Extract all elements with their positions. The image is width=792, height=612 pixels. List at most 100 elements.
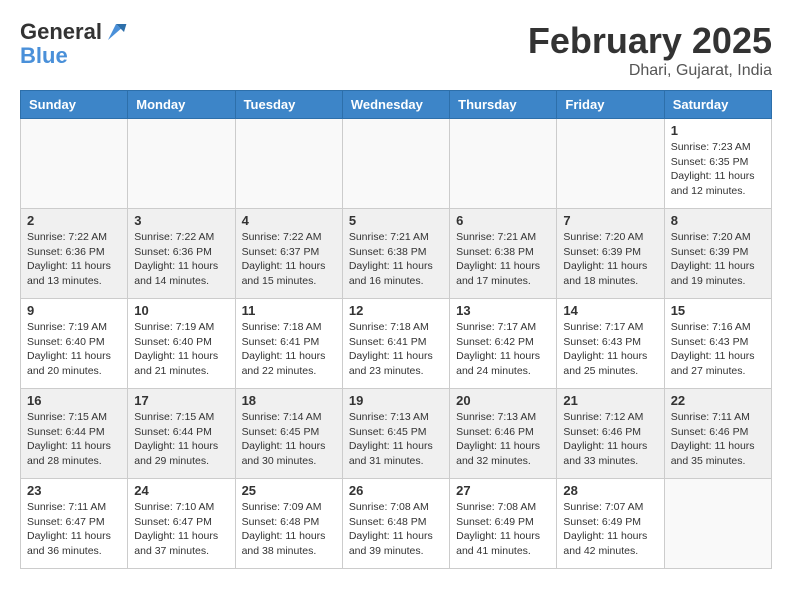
calendar-day-cell <box>235 119 342 209</box>
day-number: 14 <box>563 303 657 318</box>
calendar-day-cell <box>557 119 664 209</box>
day-number: 25 <box>242 483 336 498</box>
calendar-day-cell: 22Sunrise: 7:11 AM Sunset: 6:46 PM Dayli… <box>664 389 771 479</box>
day-info-text: Sunrise: 7:07 AM Sunset: 6:49 PM Dayligh… <box>563 500 657 559</box>
calendar-day-cell: 15 Sunrise: 7:16 AM Sunset: 6:43 PM Dayli… <box>664 299 771 389</box>
day-number: 24 <box>134 483 228 498</box>
calendar-day-cell: 17 Sunrise: 7:15 AM Sunset: 6:44 PM Dayli… <box>128 389 235 479</box>
calendar-day-cell: 16 Sunrise: 7:15 AM Sunset: 6:44 PM Dayli… <box>21 389 128 479</box>
day-info-text: Sunrise: 7:09 AM Sunset: 6:48 PM Dayligh… <box>242 500 336 559</box>
title-section: February 2025 Dhari, Gujarat, India <box>528 20 772 80</box>
day-info-text: Sunrise: 7:13 AM Sunset: 6:45 PM Dayligh… <box>349 410 443 469</box>
calendar-day-cell: 23 Sunrise: 7:11 AM Sunset: 6:47 PM Dayli… <box>21 479 128 569</box>
calendar-day-cell <box>21 119 128 209</box>
calendar-day-cell: 12 Sunrise: 7:18 AM Sunset: 6:41 PM Dayli… <box>342 299 449 389</box>
calendar-day-cell: 27 Sunrise: 7:08 AM Sunset: 6:49 PM Dayli… <box>450 479 557 569</box>
day-number: 21 <box>563 393 657 408</box>
logo-general-text: General <box>20 20 102 44</box>
day-info-text: Sunrise: 7:22 AM Sunset: 6:36 PM Dayligh… <box>134 230 228 289</box>
calendar-day-cell: 25 Sunrise: 7:09 AM Sunset: 6:48 PM Dayli… <box>235 479 342 569</box>
month-title: February 2025 <box>528 20 772 62</box>
calendar-week-row: 23 Sunrise: 7:11 AM Sunset: 6:47 PM Dayli… <box>21 479 772 569</box>
calendar-day-cell <box>450 119 557 209</box>
day-info-text: Sunrise: 7:08 AM Sunset: 6:49 PM Dayligh… <box>456 500 550 559</box>
calendar-day-cell: 19 Sunrise: 7:13 AM Sunset: 6:45 PM Dayli… <box>342 389 449 479</box>
day-number: 18 <box>242 393 336 408</box>
day-number: 10 <box>134 303 228 318</box>
calendar-day-cell: 1 Sunrise: 7:23 AM Sunset: 6:35 PM Daylig… <box>664 119 771 209</box>
calendar-day-cell: 5Sunrise: 7:21 AM Sunset: 6:38 PM Daylig… <box>342 209 449 299</box>
weekday-header-saturday: Saturday <box>664 91 771 119</box>
calendar-day-cell: 6 Sunrise: 7:21 AM Sunset: 6:38 PM Daylig… <box>450 209 557 299</box>
day-number: 28 <box>563 483 657 498</box>
weekday-header-friday: Friday <box>557 91 664 119</box>
page-header: General Blue February 2025 Dhari, Gujara… <box>20 20 772 80</box>
day-info-text: Sunrise: 7:23 AM Sunset: 6:35 PM Dayligh… <box>671 140 765 199</box>
calendar-day-cell <box>342 119 449 209</box>
day-info-text: Sunrise: 7:20 AM Sunset: 6:39 PM Dayligh… <box>671 230 765 289</box>
day-info-text: Sunrise: 7:17 AM Sunset: 6:42 PM Dayligh… <box>456 320 550 379</box>
day-number: 7 <box>563 213 657 228</box>
weekday-header-sunday: Sunday <box>21 91 128 119</box>
calendar-week-row: 1 Sunrise: 7:23 AM Sunset: 6:35 PM Daylig… <box>21 119 772 209</box>
day-number: 15 <box>671 303 765 318</box>
day-number: 16 <box>27 393 121 408</box>
day-number: 1 <box>671 123 765 138</box>
location-text: Dhari, Gujarat, India <box>528 62 772 80</box>
day-info-text: Sunrise: 7:17 AM Sunset: 6:43 PM Dayligh… <box>563 320 657 379</box>
calendar-week-row: 16 Sunrise: 7:15 AM Sunset: 6:44 PM Dayli… <box>21 389 772 479</box>
day-info-text: Sunrise: 7:21 AM Sunset: 6:38 PM Dayligh… <box>456 230 550 289</box>
calendar-day-cell <box>128 119 235 209</box>
calendar-day-cell: 9 Sunrise: 7:19 AM Sunset: 6:40 PM Daylig… <box>21 299 128 389</box>
day-number: 19 <box>349 393 443 408</box>
day-info-text: Sunrise: 7:18 AM Sunset: 6:41 PM Dayligh… <box>349 320 443 379</box>
day-info-text: Sunrise: 7:15 AM Sunset: 6:44 PM Dayligh… <box>27 410 121 469</box>
calendar-day-cell: 11 Sunrise: 7:18 AM Sunset: 6:41 PM Dayli… <box>235 299 342 389</box>
day-info-text: Sunrise: 7:18 AM Sunset: 6:41 PM Dayligh… <box>242 320 336 379</box>
day-number: 4 <box>242 213 336 228</box>
day-info-text: Sunrise: 7:19 AM Sunset: 6:40 PM Dayligh… <box>27 320 121 379</box>
day-info-text: Sunrise: 7:15 AM Sunset: 6:44 PM Dayligh… <box>134 410 228 469</box>
calendar-day-cell: 4 Sunrise: 7:22 AM Sunset: 6:37 PM Daylig… <box>235 209 342 299</box>
day-number: 2 <box>27 213 121 228</box>
day-number: 6 <box>456 213 550 228</box>
calendar-table: SundayMondayTuesdayWednesdayThursdayFrid… <box>20 90 772 569</box>
calendar-day-cell: 26Sunrise: 7:08 AM Sunset: 6:48 PM Dayli… <box>342 479 449 569</box>
day-info-text: Sunrise: 7:12 AM Sunset: 6:46 PM Dayligh… <box>563 410 657 469</box>
day-number: 27 <box>456 483 550 498</box>
calendar-week-row: 9 Sunrise: 7:19 AM Sunset: 6:40 PM Daylig… <box>21 299 772 389</box>
day-info-text: Sunrise: 7:20 AM Sunset: 6:39 PM Dayligh… <box>563 230 657 289</box>
day-number: 5 <box>349 213 443 228</box>
day-number: 23 <box>27 483 121 498</box>
day-number: 3 <box>134 213 228 228</box>
day-number: 26 <box>349 483 443 498</box>
day-number: 9 <box>27 303 121 318</box>
calendar-day-cell: 2 Sunrise: 7:22 AM Sunset: 6:36 PM Daylig… <box>21 209 128 299</box>
day-number: 17 <box>134 393 228 408</box>
logo: General Blue <box>20 20 128 68</box>
calendar-day-cell: 18Sunrise: 7:14 AM Sunset: 6:45 PM Dayli… <box>235 389 342 479</box>
day-info-text: Sunrise: 7:11 AM Sunset: 6:47 PM Dayligh… <box>27 500 121 559</box>
day-number: 12 <box>349 303 443 318</box>
calendar-day-cell: 13 Sunrise: 7:17 AM Sunset: 6:42 PM Dayli… <box>450 299 557 389</box>
day-info-text: Sunrise: 7:22 AM Sunset: 6:36 PM Dayligh… <box>27 230 121 289</box>
logo-icon <box>104 20 128 44</box>
calendar-day-cell <box>664 479 771 569</box>
calendar-day-cell: 14 Sunrise: 7:17 AM Sunset: 6:43 PM Dayli… <box>557 299 664 389</box>
calendar-day-cell: 28 Sunrise: 7:07 AM Sunset: 6:49 PM Dayli… <box>557 479 664 569</box>
day-number: 13 <box>456 303 550 318</box>
day-info-text: Sunrise: 7:11 AM Sunset: 6:46 PM Dayligh… <box>671 410 765 469</box>
weekday-header-wednesday: Wednesday <box>342 91 449 119</box>
weekday-header-row: SundayMondayTuesdayWednesdayThursdayFrid… <box>21 91 772 119</box>
day-number: 11 <box>242 303 336 318</box>
calendar-day-cell: 7 Sunrise: 7:20 AM Sunset: 6:39 PM Daylig… <box>557 209 664 299</box>
day-info-text: Sunrise: 7:22 AM Sunset: 6:37 PM Dayligh… <box>242 230 336 289</box>
calendar-day-cell: 8Sunrise: 7:20 AM Sunset: 6:39 PM Daylig… <box>664 209 771 299</box>
day-info-text: Sunrise: 7:16 AM Sunset: 6:43 PM Dayligh… <box>671 320 765 379</box>
calendar-day-cell: 24Sunrise: 7:10 AM Sunset: 6:47 PM Dayli… <box>128 479 235 569</box>
weekday-header-thursday: Thursday <box>450 91 557 119</box>
day-number: 20 <box>456 393 550 408</box>
logo-blue-text: Blue <box>20 44 128 68</box>
day-info-text: Sunrise: 7:13 AM Sunset: 6:46 PM Dayligh… <box>456 410 550 469</box>
calendar-day-cell: 21 Sunrise: 7:12 AM Sunset: 6:46 PM Dayli… <box>557 389 664 479</box>
